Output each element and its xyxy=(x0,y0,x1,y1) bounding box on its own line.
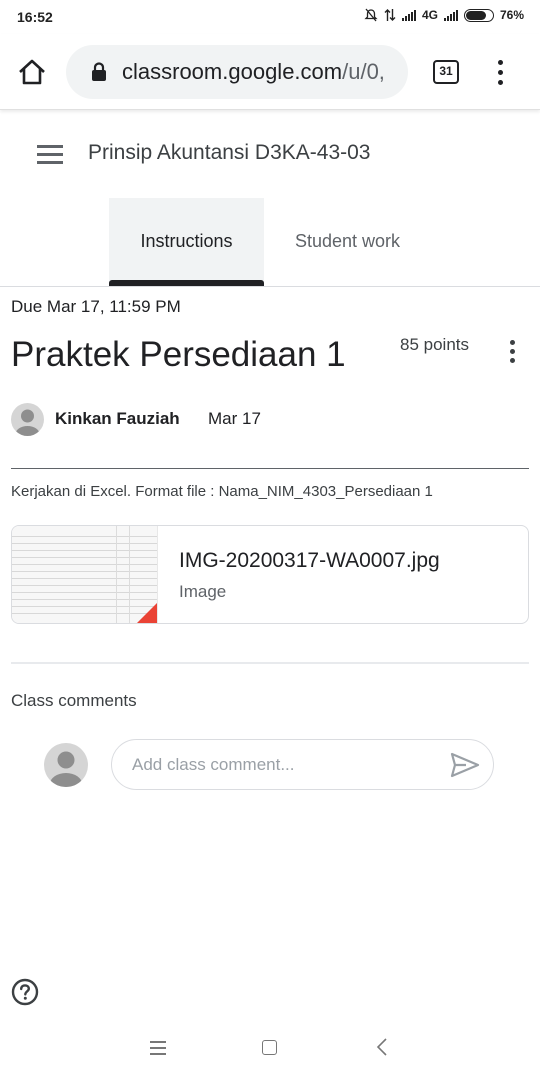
home-icon[interactable] xyxy=(16,56,48,88)
comments-heading: Class comments xyxy=(11,691,137,710)
signal-icon xyxy=(401,9,416,21)
comment-input[interactable] xyxy=(132,753,432,777)
url-host: classroom.google.com xyxy=(122,59,343,84)
person-icon xyxy=(50,751,82,787)
avatar xyxy=(11,403,44,436)
url-path: /u/0, xyxy=(342,59,385,84)
tab-instructions-label: Instructions xyxy=(140,231,233,251)
url-text[interactable]: classroom.google.com/u/0, xyxy=(122,59,402,85)
assignment-points: 85 points xyxy=(400,335,469,354)
assignment-description: Kerjakan di Excel. Format file : Nama_NI… xyxy=(11,483,433,500)
battery-percent: 76% xyxy=(499,8,524,22)
assignment-more-button[interactable] xyxy=(502,338,522,366)
status-time: 16:52 xyxy=(17,9,53,25)
attachment-file-name: IMG-20200317-WA0007.jpg xyxy=(179,549,440,572)
author-name: Kinkan Fauziah xyxy=(55,409,180,428)
more-vert-icon xyxy=(498,60,503,65)
avatar xyxy=(44,743,88,787)
divider xyxy=(11,468,529,469)
tabs-divider xyxy=(0,286,540,287)
attachment-file-type: Image xyxy=(179,582,227,601)
image-badge-icon xyxy=(135,603,157,623)
class-title: Prinsip Akuntansi D3KA-43-03 xyxy=(88,141,371,164)
attachment-thumbnail xyxy=(12,526,158,623)
tab-switcher-button[interactable]: 31 xyxy=(433,60,459,84)
attachment-card[interactable]: IMG-20200317-WA0007.jpg Image xyxy=(11,525,529,624)
system-nav-bar xyxy=(0,1030,540,1080)
browser-toolbar: classroom.google.com/u/0, 31 xyxy=(0,34,540,110)
send-icon[interactable] xyxy=(450,752,480,778)
battery-icon xyxy=(463,8,494,22)
menu-icon[interactable] xyxy=(37,145,63,165)
status-icons: 4G 76% xyxy=(364,8,524,22)
status-bar: 16:52 4G 76% xyxy=(0,0,540,34)
tab-student-work[interactable]: Student work xyxy=(270,198,425,286)
assignment-title: Praktek Persediaan 1 xyxy=(11,335,346,374)
back-icon[interactable] xyxy=(376,1038,388,1056)
system-home-icon[interactable] xyxy=(262,1040,277,1055)
help-icon[interactable] xyxy=(11,978,39,1006)
post-date: Mar 17 xyxy=(208,409,261,428)
section-divider xyxy=(11,662,529,664)
tab-instructions[interactable]: Instructions xyxy=(109,198,264,286)
browser-menu-button[interactable] xyxy=(490,58,510,88)
address-bar[interactable]: classroom.google.com/u/0, xyxy=(66,45,408,99)
network-type: 4G xyxy=(421,8,438,22)
tab-student-work-label: Student work xyxy=(294,231,401,251)
comment-box xyxy=(111,739,494,790)
data-transfer-icon xyxy=(384,9,396,21)
due-date: Due Mar 17, 11:59 PM xyxy=(11,297,181,316)
mute-icon xyxy=(364,8,378,22)
signal-icon-2 xyxy=(443,9,458,21)
person-icon xyxy=(15,409,40,436)
lock-icon xyxy=(92,62,106,81)
more-vert-icon xyxy=(509,340,515,345)
recents-icon[interactable] xyxy=(150,1041,166,1055)
